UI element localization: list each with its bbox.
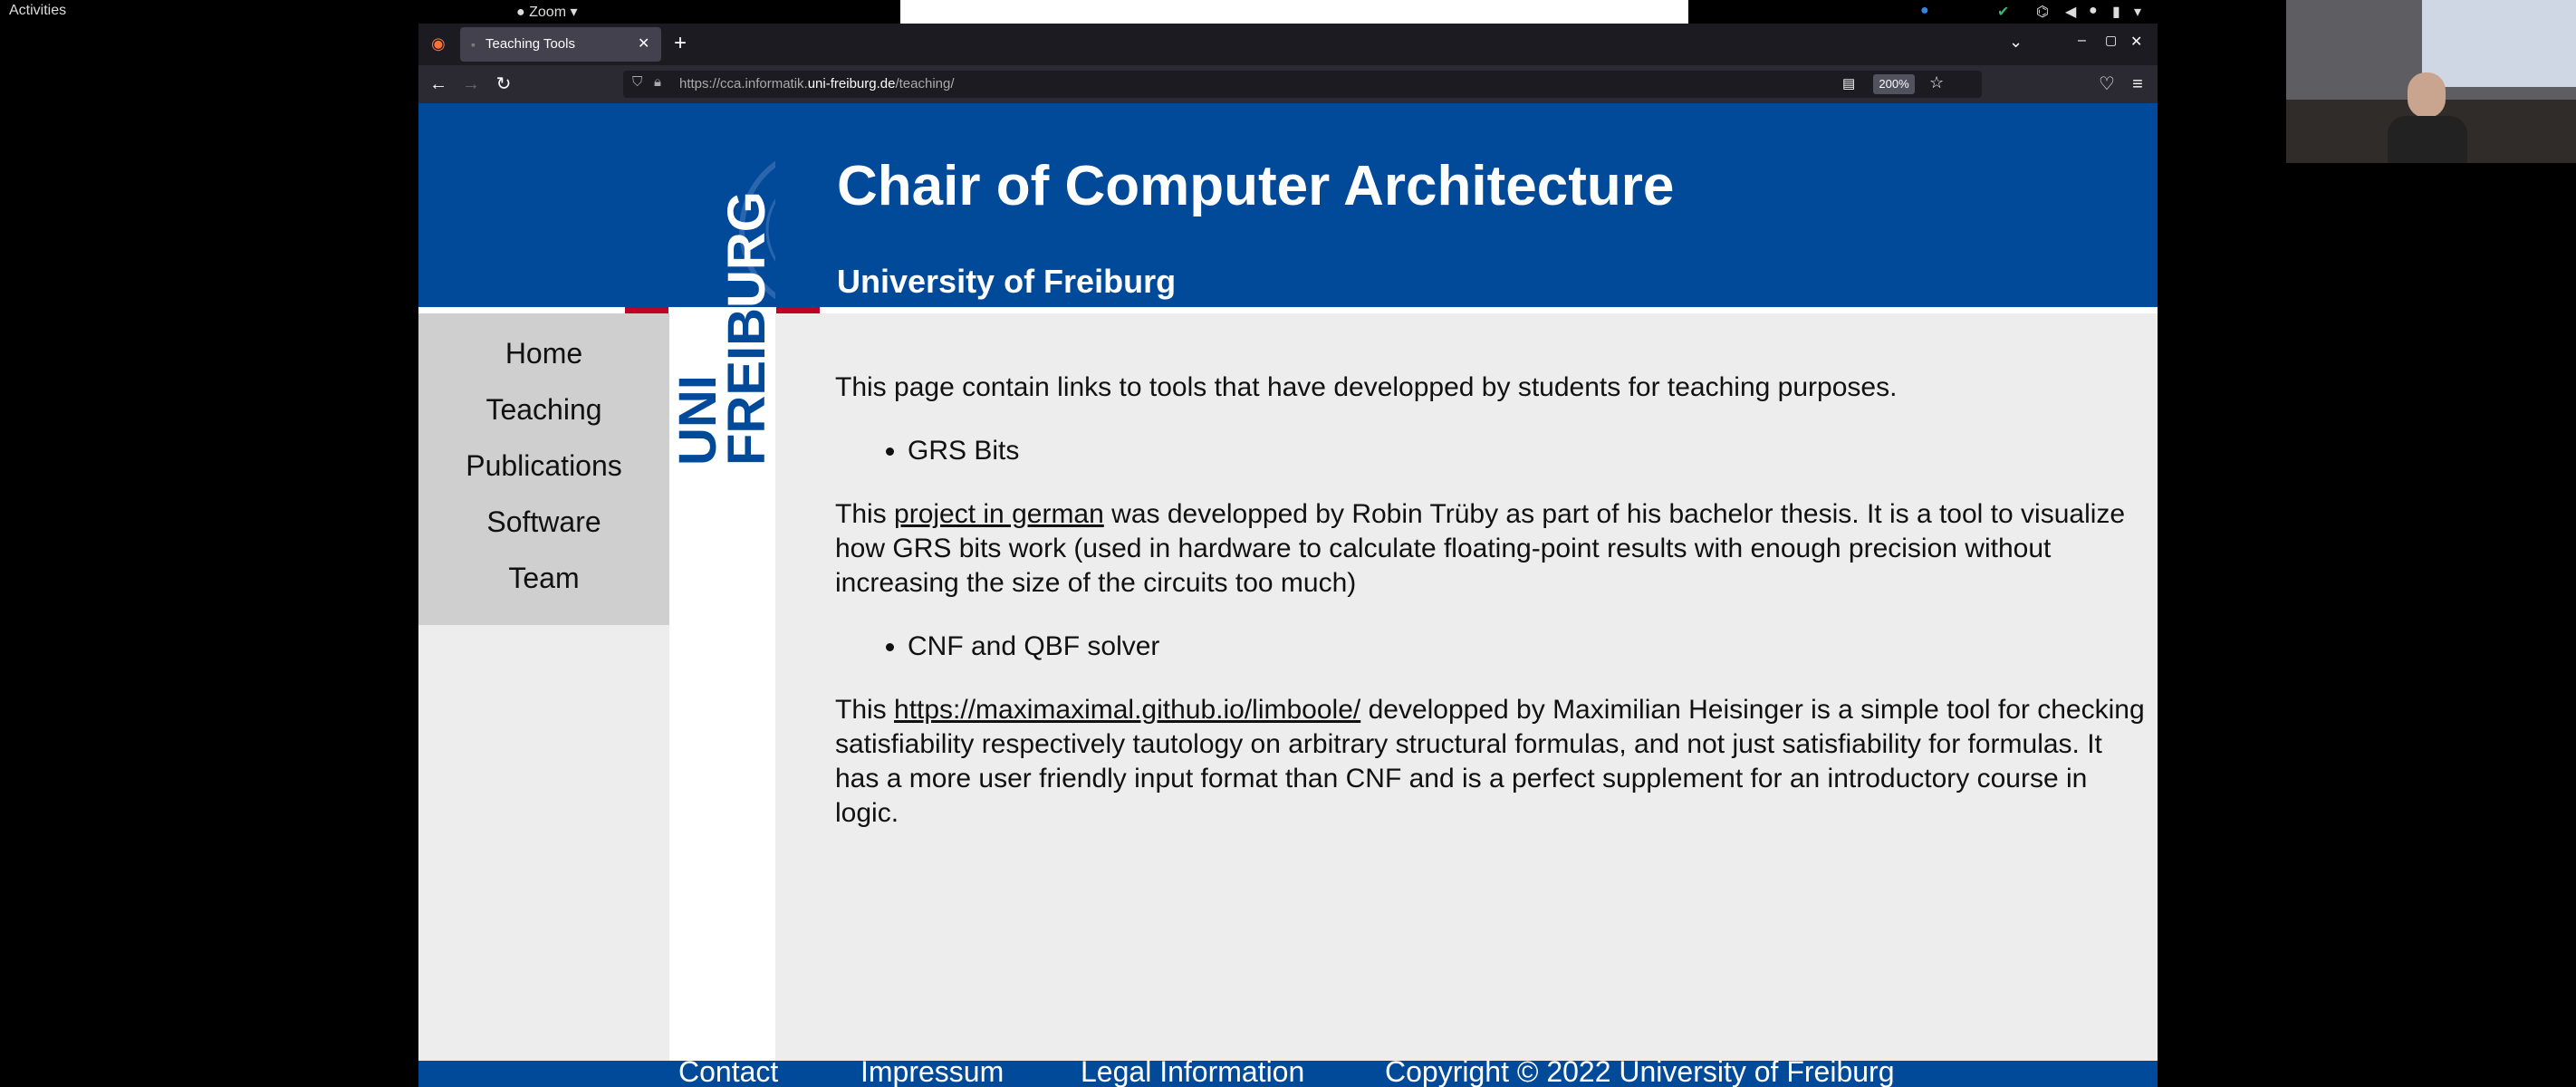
sidebar-item-software[interactable]: Software <box>418 505 669 539</box>
project-link[interactable]: project in german <box>894 499 1104 529</box>
bookmark-star-icon[interactable]: ☆ <box>1929 73 1944 92</box>
intro-paragraph: This page contain links to tools that ha… <box>835 372 1898 402</box>
maximize-icon[interactable]: ▢ <box>2105 33 2117 48</box>
logo-overlay: FREIBURG <box>717 191 776 308</box>
webcam-projector-screen <box>2422 0 2576 87</box>
browser-window: ◉ ▪ Teaching Tools ✕ + ⌄ – ▢ ✕ ← → ↻ ⛉ 🔒… <box>418 24 2158 1087</box>
close-window-icon[interactable]: ✕ <box>2130 33 2142 51</box>
red-accent-right <box>776 307 820 313</box>
chevron-down-icon: ▾ <box>570 5 578 20</box>
zoom-share-banner <box>900 0 1688 24</box>
url-text[interactable]: https://cca.informatik.uni-freiburg.de/t… <box>679 76 955 91</box>
page-favicon-icon: ▪ <box>471 37 476 52</box>
sidebar-item-teaching[interactable]: Teaching <box>418 393 669 427</box>
list-item: GRS Bits <box>908 434 2148 468</box>
lock-icon[interactable]: 🔒︎ <box>654 74 661 90</box>
reload-icon[interactable]: ↻ <box>493 73 514 95</box>
battery-icon[interactable]: ▮ <box>2112 3 2120 21</box>
tab-teaching-tools[interactable]: ▪ Teaching Tools ✕ <box>460 27 661 62</box>
limboole-paragraph: This https://maximaximal.github.io/limbo… <box>835 695 2145 828</box>
sidebar-item-publications[interactable]: Publications <box>418 449 669 483</box>
page-title: Chair of Computer Architecture <box>837 155 1675 217</box>
microphone-icon[interactable]: ● <box>2089 3 2098 19</box>
web-page: UNI FREIBURG FREIBURG Chair of Computer … <box>418 103 2158 1087</box>
tool-list-2: CNF and QBF solver <box>835 630 2148 664</box>
logo-freiburg-overlay-text: FREIBURG <box>717 191 776 308</box>
list-item: CNF and QBF solver <box>908 630 2148 664</box>
pocket-icon[interactable]: ♡ <box>2096 73 2118 95</box>
footer-legal-link[interactable]: Legal Information <box>1081 1055 1304 1087</box>
sidebar-item-home[interactable]: Home <box>418 337 669 370</box>
minimize-icon[interactable]: – <box>2078 33 2086 49</box>
zoom-icon: ● <box>516 5 525 20</box>
list-tabs-icon[interactable]: ⌄ <box>2009 33 2023 52</box>
reader-view-icon[interactable]: ▤ <box>1842 75 1855 91</box>
main-content: This page contain links to tools that ha… <box>835 370 2148 831</box>
forward-arrow-icon[interactable]: → <box>460 73 482 95</box>
shield-icon[interactable]: ⛉ <box>632 74 642 90</box>
firefox-icon[interactable]: ◉ <box>431 34 446 53</box>
footer-impressum-link[interactable]: Impressum <box>860 1055 1004 1087</box>
system-menu-chevron-icon[interactable]: ▾ <box>2134 3 2141 21</box>
new-tab-button[interactable]: + <box>674 31 687 56</box>
page-footer: Contact Impressum Legal Information Copy… <box>418 1055 2158 1087</box>
zoom-reset-button[interactable]: 200% <box>1873 74 1915 94</box>
close-tab-icon[interactable]: ✕ <box>638 34 649 53</box>
zoom-status-icon[interactable]: ● <box>1920 3 1929 19</box>
webcam-video[interactable] <box>2286 0 2576 163</box>
sidebar-nav: Home Teaching Publications Software Team <box>418 313 669 625</box>
red-accent-left <box>625 307 668 313</box>
tool-list-1: GRS Bits <box>835 434 2148 468</box>
activities-button[interactable]: Activities <box>9 3 66 19</box>
back-arrow-icon[interactable]: ← <box>428 73 449 95</box>
footer-copyright: Copyright © 2022 University of Freiburg <box>1385 1055 1895 1087</box>
volume-icon[interactable]: ◀ <box>2065 3 2076 21</box>
navigation-toolbar: ← → ↻ ⛉ 🔒︎ https://cca.informatik.uni-fr… <box>418 65 2158 103</box>
sidebar-item-team[interactable]: Team <box>418 562 669 595</box>
tab-title: Teaching Tools <box>485 36 575 52</box>
zoom-app-menu[interactable]: ● Zoom ▾ <box>516 3 578 21</box>
footer-contact-link[interactable]: Contact <box>678 1055 778 1087</box>
grs-paragraph: This project in german was developped by… <box>835 499 2126 598</box>
page-subtitle: University of Freiburg <box>837 263 1177 300</box>
webcam-person-head <box>2408 72 2446 118</box>
network-icon[interactable]: ⌬ <box>2036 3 2049 21</box>
webcam-person-body <box>2388 116 2467 163</box>
limboole-link[interactable]: https://maximaximal.github.io/limboole/ <box>894 695 1360 725</box>
url-bar[interactable]: ⛉ 🔒︎ https://cca.informatik.uni-freiburg… <box>623 71 1982 98</box>
check-icon[interactable]: ✔ <box>1997 3 2009 21</box>
tab-bar: ◉ ▪ Teaching Tools ✕ + ⌄ – ▢ ✕ <box>418 24 2158 65</box>
menu-icon[interactable]: ≡ <box>2127 73 2148 95</box>
